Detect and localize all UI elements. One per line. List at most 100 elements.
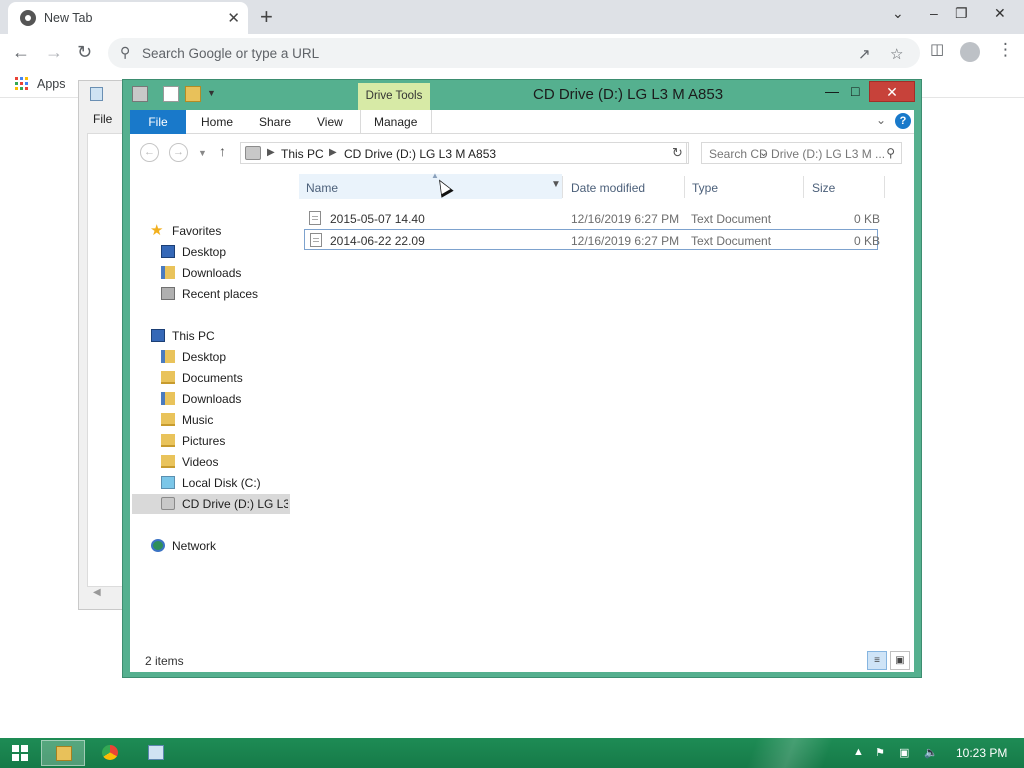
nav-pc-cd-drive[interactable]: CD Drive (D:) LG L3 M A853 [132, 494, 290, 514]
new-tab-button[interactable]: + [260, 4, 273, 30]
column-header-date-modified[interactable]: Date modified [564, 174, 684, 199]
nav-favorites[interactable]: ★ Favorites [130, 221, 288, 241]
back-arrow-icon[interactable]: ← [12, 42, 30, 63]
forward-arrow-icon[interactable]: → [45, 42, 63, 63]
up-arrow-icon[interactable]: ↑ [219, 143, 226, 159]
tab-share[interactable]: Share [259, 115, 291, 129]
pictures-folder-icon [161, 434, 175, 447]
new-folder-icon[interactable] [185, 86, 201, 102]
forward-icon[interactable]: → [169, 143, 188, 162]
name-filter-dropdown-icon[interactable]: ▼ [551, 179, 561, 190]
restore-button[interactable]: ❐ [955, 5, 968, 22]
qat-dropdown-icon[interactable]: ▼ [207, 88, 216, 98]
nav-pc-pictures[interactable]: Pictures [130, 431, 288, 451]
help-icon[interactable]: ? [895, 113, 911, 129]
share-icon[interactable]: ↗ [858, 45, 871, 63]
nav-pc-videos[interactable]: Videos [130, 452, 288, 472]
nav-fav-downloads[interactable]: Downloads [130, 263, 288, 283]
explorer-titlebar[interactable]: ▼ Drive Tools CD Drive (D:) LG L3 M A853… [123, 80, 921, 110]
tab-home[interactable]: Home [201, 115, 233, 129]
column-divider[interactable] [562, 176, 563, 198]
chrome-favicon-icon [20, 10, 36, 26]
volume-muted-icon[interactable]: 🔈 [924, 746, 938, 759]
bookmark-star-icon[interactable]: ☆ [890, 45, 903, 63]
clock[interactable]: 10:23 PM [956, 746, 1007, 760]
windows-start-icon[interactable] [12, 745, 28, 761]
recent-locations-icon[interactable]: ▼ [198, 148, 207, 158]
column-header-type[interactable]: Type [685, 174, 803, 199]
sort-ascending-icon: ▲ [431, 171, 439, 180]
file-size: 0 KB [854, 212, 881, 226]
network-tray-icon[interactable]: ▣ [899, 746, 909, 759]
browser-close-button[interactable]: ✕ [994, 5, 1006, 22]
reload-icon[interactable]: ↻ [77, 42, 92, 63]
documents-folder-icon [161, 371, 175, 384]
side-panel-icon[interactable]: ◫ [930, 40, 944, 58]
column-divider[interactable] [884, 176, 885, 198]
nav-pc-desktop[interactable]: Desktop [130, 347, 288, 367]
large-icons-view-icon[interactable]: ▣ [890, 651, 910, 670]
breadcrumb-this-pc[interactable]: This PC [281, 147, 324, 161]
nav-pc-downloads[interactable]: Downloads [130, 389, 288, 409]
desktop-folder-icon [161, 350, 175, 363]
minimize-button[interactable]: – [930, 5, 938, 21]
file-row[interactable]: 2015-05-07 14.40 12/16/2019 6:27 PM Text… [304, 208, 881, 229]
taskbar-file-explorer[interactable] [41, 740, 85, 766]
file-date: 12/16/2019 6:27 PM [571, 212, 680, 226]
file-name: 2015-05-07 14.40 [330, 212, 425, 226]
tab-search-icon[interactable]: ⌄ [892, 5, 904, 22]
back-icon[interactable]: ← [140, 143, 159, 162]
show-hidden-icons-icon[interactable]: ▲ [853, 746, 864, 758]
tab-manage[interactable]: Manage [374, 115, 417, 129]
taskbar-chrome[interactable] [88, 740, 132, 766]
nav-network[interactable]: Network [130, 536, 288, 556]
address-bar[interactable]: ▶ This PC ▶ CD Drive (D:) LG L3 M A853 ⌄ [240, 142, 768, 164]
apps-bookmark[interactable]: Apps [37, 77, 66, 91]
menu-kebab-icon[interactable]: ⋮ [997, 40, 1014, 60]
nav-this-pc[interactable]: This PC [130, 326, 288, 346]
taskbar-notepad[interactable] [134, 740, 178, 766]
explorer-minimize-button[interactable]: — [825, 83, 839, 99]
tab-close-icon[interactable]: ✕ [227, 9, 240, 27]
browser-tab[interactable]: New Tab ✕ [8, 2, 248, 34]
scroll-left-icon[interactable]: ◀ [93, 587, 101, 598]
expand-ribbon-icon[interactable]: ⌄ [876, 113, 886, 127]
taskbar: ▲ ⚑ ▣ 🔈 10:23 PM [0, 738, 1024, 768]
column-divider[interactable] [803, 176, 804, 198]
downloads-folder-icon [161, 266, 175, 279]
refresh-icon[interactable]: ↻ [667, 142, 689, 164]
omnibox[interactable]: ⚲ Search Google or type a URL ↗ ☆ [108, 38, 920, 68]
profile-avatar-icon[interactable] [960, 42, 980, 62]
action-center-flag-icon[interactable]: ⚑ [875, 746, 885, 759]
explorer-maximize-button[interactable]: □ [851, 83, 859, 99]
item-count: 2 items [145, 654, 184, 668]
drive-tools-context-tab[interactable]: Drive Tools [358, 83, 430, 110]
breadcrumb-chevron-icon[interactable]: ▶ [329, 147, 337, 158]
file-row[interactable]: 2014-06-22 22.09 12/16/2019 6:27 PM Text… [304, 229, 881, 250]
tab-view[interactable]: View [317, 115, 343, 129]
column-header-size[interactable]: Size [805, 174, 885, 199]
file-date: 12/16/2019 6:27 PM [571, 234, 680, 248]
navigation-pane: ★ Favorites Desktop Downloads Recent pla… [130, 174, 290, 672]
properties-icon[interactable] [163, 86, 179, 102]
apps-grid-icon[interactable] [15, 77, 29, 91]
nav-pc-music[interactable]: Music [130, 410, 288, 430]
breadcrumb-cd-drive[interactable]: CD Drive (D:) LG L3 M A853 [344, 147, 496, 161]
explorer-content: ← → ▼ ↑ ▶ This PC ▶ CD Drive (D:) LG L3 … [130, 134, 914, 672]
nav-fav-recent-places[interactable]: Recent places [130, 284, 288, 304]
tab-file[interactable]: File [130, 110, 186, 134]
nav-fav-desktop[interactable]: Desktop [130, 242, 288, 262]
address-drive-icon [245, 146, 261, 160]
browser-toolbar: ← → ↻ ⚲ Search Google or type a URL ↗ ☆ … [0, 34, 1024, 72]
nav-pc-documents[interactable]: Documents [130, 368, 288, 388]
details-view-icon[interactable]: ≡ [867, 651, 887, 670]
file-size: 0 KB [854, 234, 881, 248]
nav-pc-local-disk[interactable]: Local Disk (C:) [130, 473, 288, 493]
breadcrumb-chevron-icon[interactable]: ▶ [267, 147, 275, 158]
explorer-window: ▼ Drive Tools CD Drive (D:) LG L3 M A853… [122, 79, 922, 678]
notepad-file-menu[interactable]: File [93, 112, 112, 126]
background-notepad-window[interactable]: File ◀ [78, 80, 129, 610]
explorer-close-button[interactable]: ✕ [869, 81, 915, 102]
search-input[interactable]: Search CD Drive (D:) LG L3 M ... ⚲ [701, 142, 902, 164]
column-header-name[interactable]: Name ▲ ▼ [299, 171, 562, 199]
